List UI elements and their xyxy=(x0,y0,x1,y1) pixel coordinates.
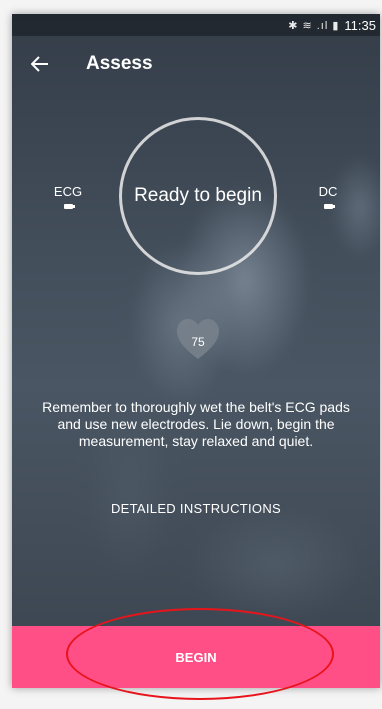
detailed-instructions-link[interactable]: DETAILED INSTRUCTIONS xyxy=(12,501,380,516)
status-bar: ✱ ≋ .ıl ▮ 11:35 xyxy=(12,14,380,36)
status-ring: Ready to begin xyxy=(119,117,277,275)
begin-button[interactable]: BEGIN xyxy=(12,626,380,688)
arrow-left-icon xyxy=(31,56,48,72)
ring-label: Ready to begin xyxy=(134,185,262,206)
dc-sensor: DC xyxy=(308,184,348,209)
ecg-sensor: ECG xyxy=(48,184,88,209)
back-button[interactable] xyxy=(28,52,52,76)
begin-button-label: BEGIN xyxy=(175,649,217,665)
status-time: 11:35 xyxy=(344,17,376,33)
dc-label: DC xyxy=(318,184,338,199)
page-title: Assess xyxy=(86,53,153,74)
heart-rate-value: 75 xyxy=(191,335,205,349)
status-icons: ✱ ≋ .ıl ▮ xyxy=(288,19,340,32)
battery-icon xyxy=(323,204,335,209)
app-bar: Assess xyxy=(12,36,380,92)
phone-screen: ✱ ≋ .ıl ▮ 11:35 Assess ECG Ready to begi… xyxy=(12,14,380,688)
heart-rate-indicator: 75 xyxy=(175,317,221,361)
battery-icon xyxy=(63,204,75,209)
instruction-message: Remember to thoroughly wet the belt's EC… xyxy=(42,399,350,449)
ecg-label: ECG xyxy=(53,184,83,199)
